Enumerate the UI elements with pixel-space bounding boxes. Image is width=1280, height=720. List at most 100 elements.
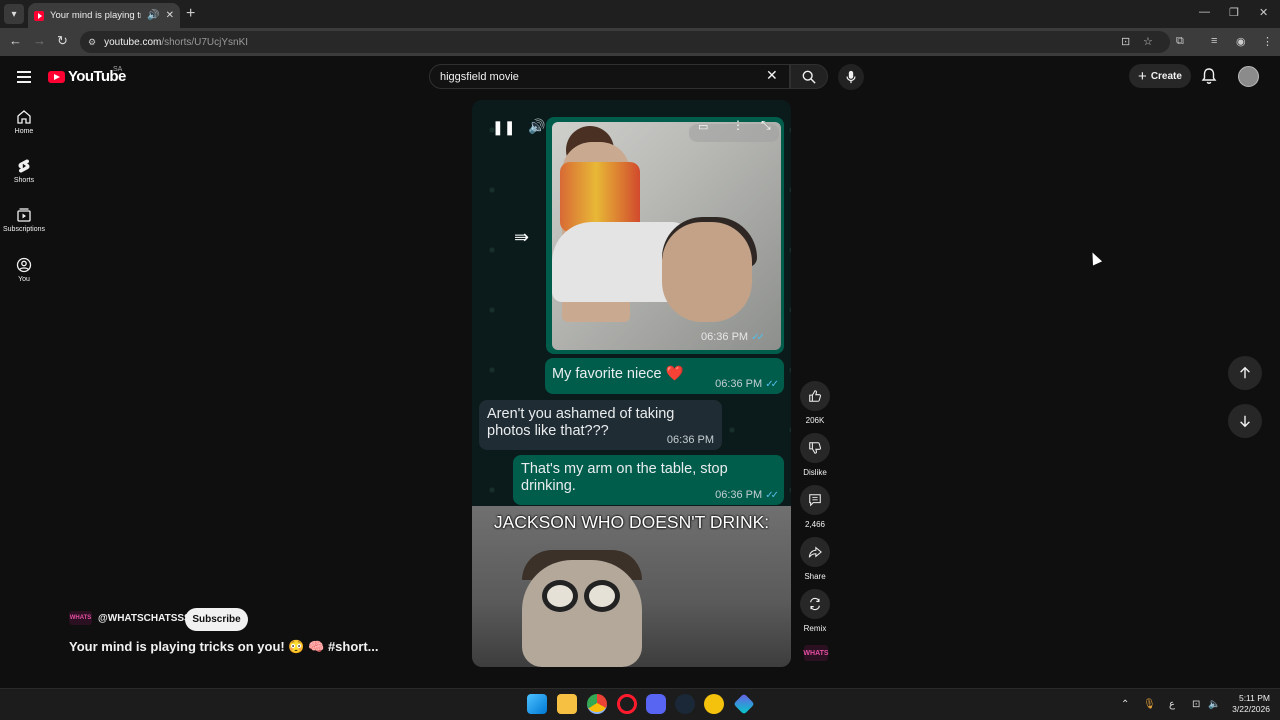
comment-count: 2,466 [804,520,826,529]
file-explorer-icon[interactable] [557,694,577,714]
discord-icon[interactable] [646,694,666,714]
create-button[interactable]: + Create [1129,64,1191,88]
arrow-down-icon [1240,415,1250,428]
system-clock[interactable]: 5:11 PM 3/22/2026 [1228,693,1270,715]
sidebar-item-label: Shorts [13,177,35,184]
clock-time: 5:11 PM [1238,693,1270,703]
notifications-bell-icon[interactable] [1201,67,1217,90]
forward-icon[interactable]: → [33,33,46,48]
bookmark-star-icon[interactable]: ☆ [1143,35,1153,48]
previous-short-button[interactable] [1228,356,1262,390]
chat-bubble-outgoing: My favorite niece ❤️ 06:36 PM ✓✓ [545,358,784,394]
search-button[interactable] [790,64,828,89]
tab-close-icon[interactable]: ✕ [166,10,174,21]
remix-icon [810,597,820,611]
new-tab-button[interactable]: + [186,5,195,23]
meme-face [522,560,642,667]
arrow-up-icon [1240,366,1250,379]
chat-bubble-incoming: Aren't you ashamed of taking photos like… [479,400,722,450]
address-bar[interactable]: ⚙ youtube.com/shorts/U7UcjYsnKI [80,31,1170,53]
meme-glasses-left [542,580,578,612]
opera-icon[interactable] [617,694,637,714]
shared-photo [552,122,781,350]
dislike-label: Dislike [803,468,827,477]
read-receipt-icon: ✓✓ [765,490,779,501]
sidebar-item-label: Home [14,128,34,135]
sidebar-item-label: Subscriptions [2,226,46,233]
channel-info[interactable]: WHATS @WHATSCHATSSS [69,611,191,625]
channel-avatar: WHATS [69,611,92,625]
pause-icon[interactable]: ❚❚ [492,119,515,136]
site-info-icon[interactable]: ⚙ [88,37,96,48]
sidebar-item-subscriptions[interactable]: Subscriptions [0,207,48,233]
show-hidden-icons[interactable]: ⌃ [1121,699,1129,710]
steam-icon[interactable] [675,694,695,714]
share-button[interactable]: Share [800,537,830,581]
thumbs-down-icon [809,442,822,454]
start-menu-icon[interactable] [527,694,547,714]
windows-taskbar [0,688,1280,720]
channel-handle[interactable]: @WHATSCHATSSS [98,613,191,624]
user-circle-icon [16,257,32,273]
install-app-icon[interactable]: ⊡ [1121,35,1130,48]
voice-search-button[interactable] [838,64,864,90]
youtube-play-icon [48,70,65,83]
game-app-icon[interactable] [704,694,724,714]
account-avatar[interactable] [1238,66,1259,87]
home-icon [17,110,31,124]
tab-title: Your mind is playing tricks o [50,10,141,21]
captions-icon[interactable]: ▭ [698,120,708,133]
guide-menu-icon[interactable] [17,71,31,86]
clear-search-icon[interactable]: ✕ [766,67,778,84]
read-receipt-icon: ✓✓ [765,379,779,390]
youtube-favicon-icon [34,10,44,21]
sidebar-item-shorts[interactable]: Shorts [0,158,48,184]
dislike-button[interactable]: Dislike [800,433,830,477]
address-path: /shorts/U7UcjYsnKI [161,36,249,48]
back-icon[interactable]: ← [9,33,22,48]
volume-icon[interactable]: 🔊 [528,118,545,135]
microphone-in-use-icon[interactable]: 🎙 [1143,699,1156,710]
meme-caption: JACKSON WHO DOESN'T DRINK: [493,512,770,532]
browser-menu-icon[interactable]: ⋮ [1262,35,1273,48]
like-button[interactable]: 206K [800,381,830,425]
subscribe-button[interactable]: Subscribe [185,608,248,631]
short-video-player[interactable]: 06:36 PM ✓✓ ❚❚ 🔊 ⇛ ▭ ⋮ ⤡ My favorite nie… [472,100,791,667]
tab-search-dropdown-icon[interactable]: ▾ [4,4,24,24]
comment-icon [809,494,821,507]
speaker-icon[interactable]: 🔈 [1208,699,1220,710]
input-language[interactable]: ع [1169,699,1175,710]
minimize-icon[interactable]: — [1199,6,1210,18]
profile-icon[interactable]: ◉ [1236,35,1246,48]
sidebar-item-you[interactable]: You [0,257,48,283]
fullscreen-icon[interactable]: ⤡ [761,118,771,133]
remix-label: Remix [803,624,827,633]
forward-message-icon: ⇛ [514,227,530,247]
close-window-icon[interactable]: ✕ [1259,6,1268,19]
search-input[interactable]: higgsfield movie [429,64,790,89]
address-host: youtube.com [104,36,162,48]
search-icon [802,70,816,84]
thumbs-up-icon [809,390,822,402]
create-label: Create [1150,70,1182,82]
next-short-button[interactable] [1228,404,1262,438]
channel-thumbnail[interactable]: WHATS [803,645,829,661]
media-control-icon[interactable]: ≡ [1211,35,1217,47]
network-icon[interactable]: ⊡ [1192,699,1200,710]
more-options-icon[interactable]: ⋮ [732,118,744,132]
remix-button[interactable]: Remix [800,589,830,633]
tab-audio-icon[interactable]: 🔊 [147,10,159,21]
sidebar-item-home[interactable]: Home [0,109,48,135]
share-icon [808,546,822,558]
comments-button[interactable]: 2,466 [800,485,830,529]
browser-tab-active[interactable]: Your mind is playing tricks o 🔊 ✕ [28,3,180,28]
youtube-logo[interactable]: YouTube SA [48,66,126,85]
clock-date: 3/22/2026 [1232,704,1270,714]
reload-icon[interactable]: ↻ [57,33,68,49]
restore-icon[interactable]: ❐ [1229,6,1239,19]
short-title[interactable]: Your mind is playing tricks on you! 😳 🧠 … [69,639,379,655]
extensions-icon[interactable]: ⧉ [1176,35,1184,48]
plus-icon: + [1138,67,1147,85]
shorts-icon [18,159,30,173]
chrome-icon[interactable] [587,694,607,714]
